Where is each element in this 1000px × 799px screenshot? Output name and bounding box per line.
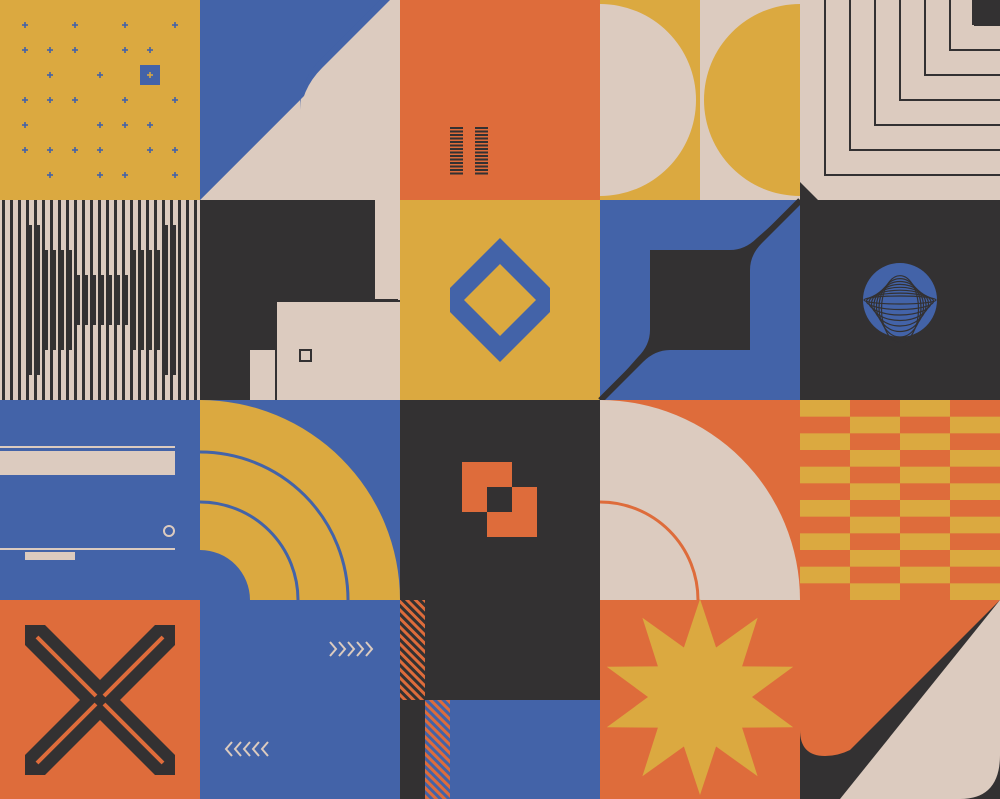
small-bar	[25, 552, 75, 560]
tile-plus-pattern	[0, 0, 200, 200]
tile-half-circles	[600, 0, 800, 200]
vertical-stripe-lines	[2, 200, 197, 400]
geometric-poster	[0, 0, 1000, 799]
tile-rainbow-arcs	[199, 400, 400, 601]
tile-rotated-diamond	[400, 200, 600, 400]
tile-x-cross	[0, 600, 200, 799]
hatch-column-top	[400, 600, 425, 700]
tile-starburst	[600, 599, 800, 799]
tile-nested-steps	[800, 0, 1000, 200]
tile-hatched-columns	[400, 600, 600, 799]
thick-bar	[0, 451, 175, 475]
tile-rounded-diagonal	[800, 600, 1000, 799]
tile-barcode-bars	[400, 0, 600, 200]
tile-chevron-arrows	[200, 600, 400, 799]
tile-quarter-arc	[599, 400, 800, 601]
tile-notched-square	[598, 198, 802, 402]
tile-offset-squares	[400, 400, 600, 600]
tile-stair-blocks	[200, 200, 400, 400]
tile-slider-lines	[0, 400, 200, 600]
tile-diagonal-split	[200, 0, 400, 200]
tile-ringed-sphere	[800, 200, 1000, 400]
tile-vertical-stripes	[0, 200, 200, 400]
tile-checker-pattern	[800, 400, 1000, 600]
hatch-column-bottom	[425, 700, 450, 799]
